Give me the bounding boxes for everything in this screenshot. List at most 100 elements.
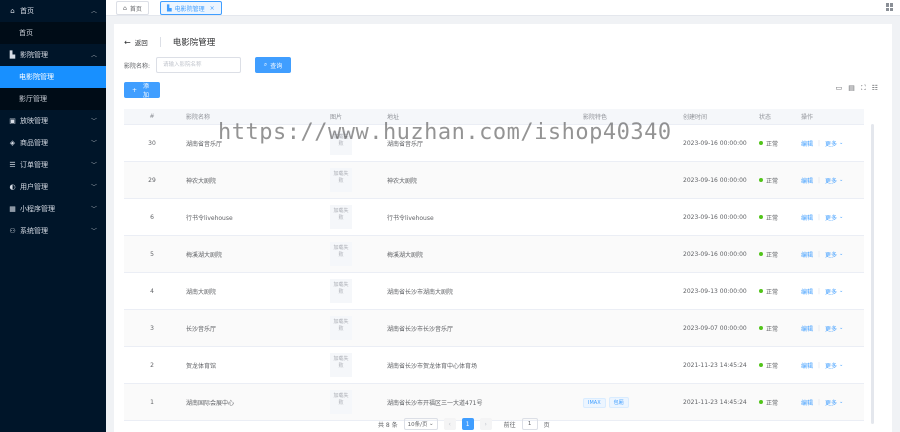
- sidebar-group-0[interactable]: ⌂ 首页 ︿: [0, 0, 106, 22]
- cell-index: 4: [150, 287, 154, 295]
- more-link[interactable]: 更多: [825, 287, 837, 296]
- cell-time: 2023-09-16 00:00:00: [683, 176, 747, 184]
- status-text: 正常: [766, 251, 779, 259]
- status-dot-icon: [759, 363, 763, 367]
- more-link[interactable]: 更多: [825, 139, 837, 148]
- sidebar-group-7[interactable]: ⚇ 系统管理 ﹀: [0, 220, 106, 242]
- edit-link[interactable]: 编辑: [801, 324, 813, 333]
- column-header: #: [149, 113, 155, 120]
- row-actions: 编辑 | 更多 ⌄: [801, 139, 864, 148]
- tab-cinema-management[interactable]: ▙ 电影院管理 ×: [160, 1, 222, 15]
- edit-link[interactable]: 编辑: [801, 398, 813, 407]
- sidebar-group-6[interactable]: ▦ 小程序管理 ﹀: [0, 198, 106, 220]
- status-badge: 正常: [759, 213, 801, 222]
- edit-link[interactable]: 编辑: [801, 176, 813, 185]
- image-placeholder: 加载失败: [330, 279, 352, 303]
- cell-name: 长沙音乐厅: [186, 325, 217, 333]
- divider: [159, 37, 161, 47]
- sidebar-group-1[interactable]: ▙ 影院管理 ︿: [0, 44, 106, 66]
- sidebar-group-5[interactable]: ◐ 用户管理 ﹀: [0, 176, 106, 198]
- chevron-down-icon: ﹀: [90, 228, 97, 235]
- cell-address: 湖南省长沙市开福区三一大道471号: [387, 399, 483, 407]
- status-badge: 正常: [759, 176, 801, 185]
- table-scrollbar[interactable]: [871, 124, 874, 424]
- row-actions: 编辑 | 更多 ⌄: [801, 361, 864, 370]
- column-header: 地址: [387, 114, 400, 121]
- edit-link[interactable]: 编辑: [801, 287, 813, 296]
- sidebar-group-label: 商品管理: [20, 139, 48, 147]
- density-icon[interactable]: ▤: [848, 84, 855, 93]
- fullscreen-icon[interactable]: ⛶: [861, 84, 866, 93]
- chevron-down-icon: ⌄: [839, 288, 844, 294]
- status-text: 正常: [766, 325, 779, 333]
- prev-page-button[interactable]: ‹: [443, 418, 456, 430]
- search-form: 影院名称: ⌕ 查询: [124, 57, 292, 73]
- image-placeholder: 加载失败: [330, 131, 352, 155]
- sidebar-group-4[interactable]: ☰ 订单管理 ﹀: [0, 154, 106, 176]
- column-settings-icon[interactable]: ☷: [872, 84, 878, 93]
- status-dot-icon: [759, 326, 763, 330]
- edit-link[interactable]: 编辑: [801, 250, 813, 259]
- sidebar-item-0-0[interactable]: 首页: [0, 22, 106, 44]
- cell-index: 6: [150, 213, 154, 221]
- page-number-current[interactable]: 1: [461, 418, 474, 430]
- next-page-button[interactable]: ›: [479, 418, 492, 430]
- table-body: 30 湖南省音乐厅 加载失败 湖南省音乐厅 2023-09-16 00:00:00 正常编…: [124, 125, 864, 421]
- main-content: ← 返回 电影院管理 影院名称: ⌕ 查询 + 添加 ▭ ▤ ⛶ ☷ # 影院名…: [114, 24, 892, 432]
- feature-tag: 包厢: [608, 396, 629, 408]
- back-button[interactable]: ← 返回: [124, 37, 148, 48]
- more-link[interactable]: 更多: [825, 361, 837, 370]
- cell-time: 2023-09-13 00:00:00: [683, 287, 747, 295]
- cell-index: 1: [150, 398, 154, 406]
- edit-link[interactable]: 编辑: [801, 139, 813, 148]
- refresh-icon[interactable]: ▭: [836, 84, 843, 93]
- more-link[interactable]: 更多: [825, 250, 837, 259]
- cell-name: 梅溪湖大剧院: [186, 251, 223, 259]
- divider: |: [818, 213, 821, 221]
- status-badge: 正常: [759, 287, 801, 296]
- cell-address: 湖南省长沙市湖南大剧院: [387, 288, 454, 296]
- more-link[interactable]: 更多: [825, 176, 837, 185]
- cell-index: 29: [148, 176, 156, 184]
- status-text: 正常: [766, 288, 779, 296]
- table-row: 5 梅溪湖大剧院 加载失败 梅溪湖大剧院 2023-09-16 00:00:00 正常 编辑…: [124, 236, 864, 273]
- cell-address: 湖南省音乐厅: [387, 140, 424, 148]
- search-input[interactable]: [156, 57, 242, 73]
- edit-link[interactable]: 编辑: [801, 213, 813, 222]
- chevron-down-icon: ⌄: [429, 421, 434, 427]
- cell-index: 30: [148, 139, 156, 147]
- sidebar-item-1-1[interactable]: 影厅管理: [0, 88, 106, 110]
- page-header: ← 返回 电影院管理: [124, 36, 215, 48]
- table-row: 6 行书令livehouse 加载失败 行书令livehouse 2023-09-16 …: [124, 199, 864, 236]
- edit-link[interactable]: 编辑: [801, 361, 813, 370]
- sidebar-group-2[interactable]: ▣ 放映管理 ﹀: [0, 110, 106, 132]
- feature-tag: IMAX: [583, 397, 606, 408]
- tab-home[interactable]: ⌂ 首页: [116, 1, 149, 15]
- goods-icon: ◈: [9, 139, 16, 147]
- more-link[interactable]: 更多: [825, 324, 837, 333]
- status-dot-icon: [759, 252, 763, 256]
- grid-icon[interactable]: [886, 3, 894, 11]
- page-title: 电影院管理: [172, 38, 216, 48]
- cell-time: 2023-09-16 00:00:00: [683, 139, 747, 147]
- chevron-down-icon: ⌄: [839, 177, 844, 183]
- more-link[interactable]: 更多: [825, 213, 837, 222]
- chevron-down-icon: ﹀: [90, 140, 97, 147]
- row-actions: 编辑 | 更多 ⌄: [801, 398, 864, 407]
- image-placeholder: 加载失败: [330, 390, 352, 414]
- divider: |: [818, 250, 821, 258]
- add-button[interactable]: + 添加: [124, 82, 160, 99]
- chevron-down-icon: ﹀: [90, 206, 97, 213]
- user-icon: ◐: [9, 183, 16, 191]
- goto-page-input[interactable]: 1: [521, 418, 538, 430]
- search-button[interactable]: ⌕ 查询: [255, 57, 292, 73]
- image-placeholder: 加载失败: [330, 353, 352, 377]
- status-badge: 正常: [759, 398, 801, 407]
- sidebar-item-1-0[interactable]: 电影院管理: [0, 66, 106, 88]
- chevron-up-icon: ︿: [90, 52, 97, 59]
- close-icon[interactable]: ×: [210, 5, 215, 12]
- more-link[interactable]: 更多: [825, 398, 837, 407]
- page-size-select[interactable]: 10条/页 ⌄: [403, 418, 438, 430]
- order-icon: ☰: [9, 161, 16, 169]
- sidebar-group-3[interactable]: ◈ 商品管理 ﹀: [0, 132, 106, 154]
